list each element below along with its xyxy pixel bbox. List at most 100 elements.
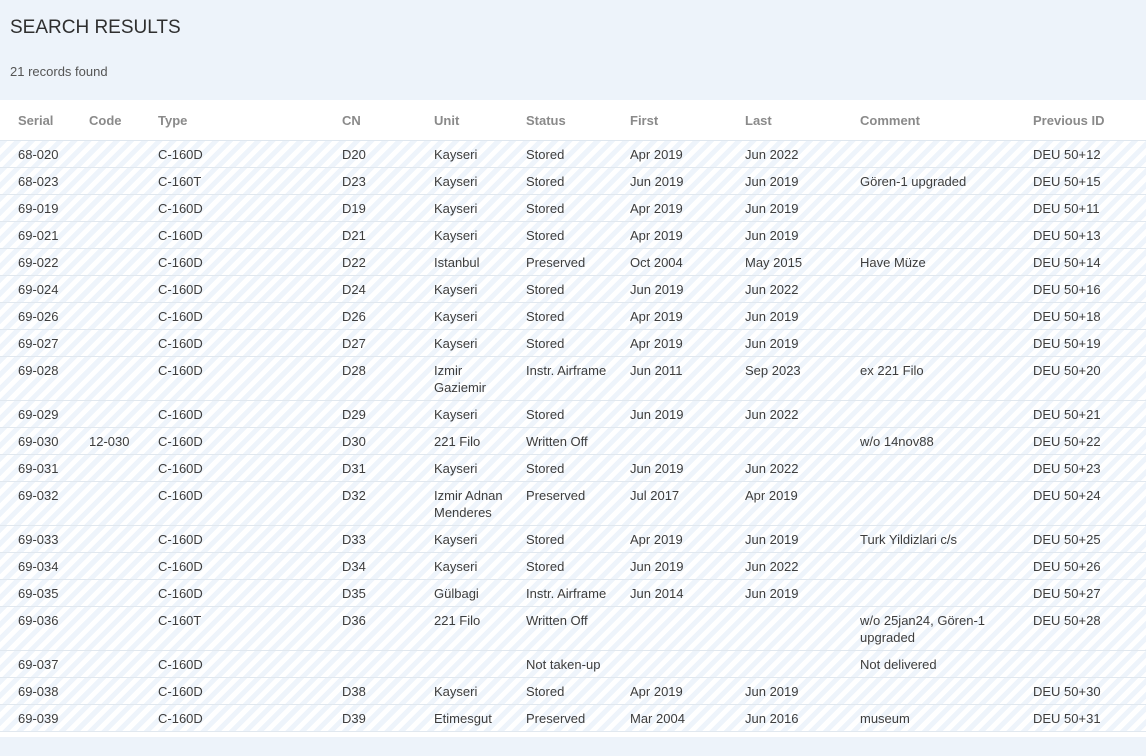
cell-cn: D40 [334, 731, 426, 737]
cell-previous-id: DEU 50+14 [1025, 248, 1146, 276]
cell-unit: Kayseri [426, 454, 518, 482]
cell-previous-id: DEU 50+24 [1025, 481, 1146, 526]
cell-type: C-160T [150, 606, 334, 651]
table-row[interactable]: 69-030 12-030 C-160D D30 221 Filo Written Off… [0, 427, 1146, 455]
cell-previous-id: DEU 50+26 [1025, 552, 1146, 580]
column-header-previous-id[interactable]: Previous ID [1025, 100, 1146, 141]
column-header-status[interactable]: Status [518, 100, 622, 141]
cell-first: Apr 2019 [622, 525, 737, 553]
cell-serial: 68-020 [0, 140, 81, 168]
cell-unit: Kayseri [426, 140, 518, 168]
cell-first: Apr 2019 [622, 194, 737, 222]
cell-comment [852, 481, 1025, 526]
cell-code [81, 731, 150, 737]
cell-last: Jun 2019 [737, 525, 852, 553]
cell-last: Jun 2022 [737, 400, 852, 428]
table-row[interactable]: 68-020 C-160D D20 Kayseri Stored Apr 2019 Jun … [0, 140, 1146, 168]
table-row[interactable]: 69-026 C-160D D26 Kayseri Stored Apr 2019 Jun … [0, 302, 1146, 330]
cell-comment: w/o 14nov88 [852, 427, 1025, 455]
table-row[interactable]: 69-029 C-160D D29 Kayseri Stored Jun 2019 Jun … [0, 400, 1146, 428]
cell-status: Stored [518, 552, 622, 580]
cell-first: Jul 2017 [622, 481, 737, 526]
cell-cn: D21 [334, 221, 426, 249]
table-row[interactable]: 69-036 C-160T D36 221 Filo Written Off w/o 25… [0, 606, 1146, 651]
table-row[interactable]: 69-038 C-160D D38 Kayseri Stored Apr 2019 Jun … [0, 677, 1146, 705]
cell-first: Jun 2019 [622, 731, 737, 737]
cell-serial: 69-038 [0, 677, 81, 705]
cell-type: C-160D [150, 677, 334, 705]
cell-comment [852, 400, 1025, 428]
cell-previous-id: DEU 50+23 [1025, 454, 1146, 482]
cell-cn: D36 [334, 606, 426, 651]
cell-comment: w/o 25jan24, Gören-1 upgraded [852, 606, 1025, 651]
table-row[interactable]: 69-039 C-160D D39 Etimesgut Preserved Mar 200… [0, 704, 1146, 732]
table-row[interactable]: 69-035 C-160D D35 Gülbagi Instr. Airframe Jun… [0, 579, 1146, 607]
cell-serial: 69-039 [0, 704, 81, 732]
cell-comment [852, 329, 1025, 357]
cell-first: Mar 2004 [622, 704, 737, 732]
cell-type: C-160D [150, 302, 334, 330]
table-row[interactable]: 69-027 C-160D D27 Kayseri Stored Apr 2019 Jun … [0, 329, 1146, 357]
column-header-serial[interactable]: Serial [0, 100, 81, 141]
cell-code [81, 302, 150, 330]
table-row[interactable]: 69-034 C-160D D34 Kayseri Stored Jun 2019 Jun … [0, 552, 1146, 580]
table-row[interactable]: 69-031 C-160D D31 Kayseri Stored Jun 2019 Jun … [0, 454, 1146, 482]
cell-serial: 69-040 [0, 731, 81, 737]
cell-last: Jun 2019 [737, 221, 852, 249]
cell-status: Preserved [518, 481, 622, 526]
cell-code [81, 248, 150, 276]
cell-comment [852, 677, 1025, 705]
cell-last: May 2015 [737, 248, 852, 276]
column-header-last[interactable]: Last [737, 100, 852, 141]
cell-unit: Kayseri [426, 400, 518, 428]
cell-previous-id: DEU 50+18 [1025, 302, 1146, 330]
table-row[interactable]: 69-033 C-160D D33 Kayseri Stored Apr 2019 Jun … [0, 525, 1146, 553]
cell-first: Oct 2004 [622, 248, 737, 276]
column-header-type[interactable]: Type [150, 100, 334, 141]
cell-unit: Gülbagi [426, 579, 518, 607]
cell-last: Jun 2019 [737, 329, 852, 357]
cell-serial: 69-027 [0, 329, 81, 357]
cell-previous-id: DEU 50+11 [1025, 194, 1146, 222]
table-row[interactable]: 69-024 C-160D D24 Kayseri Stored Jun 2019 Jun … [0, 275, 1146, 303]
cell-comment: Have Müze [852, 248, 1025, 276]
cell-code [81, 356, 150, 401]
cell-serial: 69-035 [0, 579, 81, 607]
cell-serial: 68-023 [0, 167, 81, 195]
cell-status: Stored [518, 525, 622, 553]
cell-last: Jun 2022 [737, 140, 852, 168]
column-header-unit[interactable]: Unit [426, 100, 518, 141]
cell-first: Apr 2019 [622, 302, 737, 330]
table-row[interactable]: 69-021 C-160D D21 Kayseri Stored Apr 2019 Jun … [0, 221, 1146, 249]
cell-first: Apr 2019 [622, 221, 737, 249]
cell-unit: Kayseri [426, 731, 518, 737]
column-header-code[interactable]: Code [81, 100, 150, 141]
column-header-cn[interactable]: CN [334, 100, 426, 141]
cell-comment: Gören-1 upgraded [852, 167, 1025, 195]
cell-first [622, 650, 737, 678]
cell-code [81, 454, 150, 482]
table-row[interactable]: 69-028 C-160D D28 Izmir Gaziemir Instr. Airf… [0, 356, 1146, 401]
cell-unit: Kayseri [426, 329, 518, 357]
cell-unit: Kayseri [426, 302, 518, 330]
cell-previous-id: DEU 50+16 [1025, 275, 1146, 303]
table-row[interactable]: 68-023 C-160T D23 Kayseri Stored Jun 2019 Jun … [0, 167, 1146, 195]
cell-type: C-160D [150, 525, 334, 553]
cell-comment: Not delivered [852, 650, 1025, 678]
column-header-comment[interactable]: Comment [852, 100, 1025, 141]
cell-last: Jun 2016 [737, 704, 852, 732]
cell-code [81, 167, 150, 195]
table-row[interactable]: 69-037 C-160D Not taken-up Not delivered [0, 650, 1146, 678]
table-row[interactable]: 69-032 C-160D D32 Izmir Adnan Menderes Prese… [0, 481, 1146, 526]
results-panel: Serial Code Type CN Unit Status First Last Comme… [0, 100, 1146, 737]
cell-cn: D30 [334, 427, 426, 455]
table-row[interactable]: 69-019 C-160D D19 Kayseri Stored Apr 2019 Jun … [0, 194, 1146, 222]
column-header-first[interactable]: First [622, 100, 737, 141]
table-row[interactable]: 69-040 C-160TD40KayseriActiveJun 2019Jun … [0, 731, 1146, 737]
cell-code [81, 552, 150, 580]
table-row[interactable]: 69-022 C-160D D22 Istanbul Preserved Oct 2004… [0, 248, 1146, 276]
cell-unit: Etimesgut [426, 704, 518, 732]
cell-last: Jun 2019 [737, 579, 852, 607]
cell-code [81, 525, 150, 553]
table-header-row: Serial Code Type CN Unit Status First Last Comme… [0, 100, 1146, 141]
